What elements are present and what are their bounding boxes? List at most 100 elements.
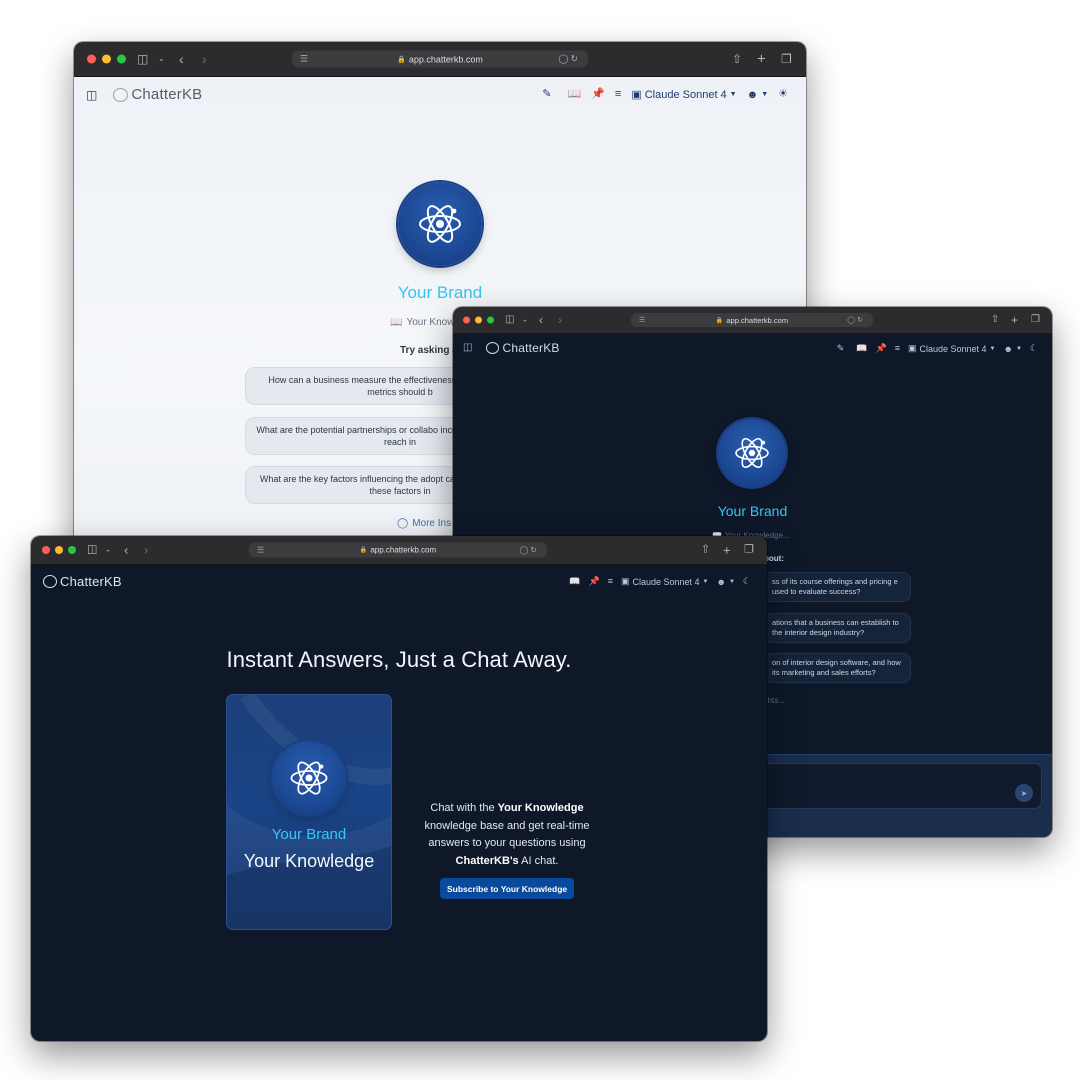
address-bar[interactable]: ☰ 🔒 app.chatterkb.com ◯↻ — [249, 542, 547, 558]
tabs-overview-icon[interactable]: ❐ — [781, 53, 792, 65]
reload-icon[interactable]: ◯↻ — [558, 54, 580, 65]
chat-bubble-icon — [43, 575, 57, 588]
address-bar[interactable]: ☰ 🔒 app.chatterkb.com ◯↻ — [292, 50, 588, 68]
reader-icon[interactable]: ☰ — [639, 316, 645, 324]
composite-stage: ◫ ⌄ ‹ › ☰ 🔒 app.chatterkb.com ◯↻ ⇧ + ❐ ◫… — [0, 0, 1080, 1080]
lightbulb-icon: ◯ — [397, 518, 409, 529]
close-button[interactable] — [463, 316, 470, 324]
chatterkb-logo[interactable]: ChatterKB — [43, 574, 122, 589]
subscribe-button[interactable]: Subscribe to Your Knowledge — [440, 878, 575, 899]
model-selector[interactable]: ▣ Claude Sonnet 4 ▼ — [631, 88, 737, 102]
minimize-button[interactable] — [55, 546, 63, 554]
user-menu[interactable]: ☻ ▼ — [747, 89, 769, 101]
back-icon[interactable]: ‹ — [539, 314, 543, 326]
card-knowledge-name: Your Knowledge — [243, 851, 375, 871]
sidebar-toggle-icon[interactable]: ◫ — [137, 53, 148, 65]
book-icon[interactable]: 📖 — [567, 89, 581, 100]
brand-atom-avatar — [398, 182, 482, 266]
model-selector[interactable]: ▣ Claude Sonnet 4 ▼ — [908, 343, 996, 354]
new-chat-icon[interactable]: ✎ — [542, 89, 551, 100]
brand-atom-avatar — [718, 419, 786, 487]
back-icon[interactable]: ‹ — [124, 544, 128, 557]
app-header-left: ChatterKB — [43, 574, 122, 589]
brand-title: Your Brand — [397, 283, 483, 302]
sun-icon[interactable]: ☀ — [778, 89, 788, 100]
brand-atom-avatar — [272, 741, 346, 815]
new-tab-icon[interactable]: + — [757, 52, 766, 67]
knowledge-base-label: 📖 Your Know — [390, 317, 455, 328]
window-controls — [42, 546, 76, 554]
pin-icon[interactable]: 📌 — [591, 89, 605, 100]
message-input[interactable]: ➤ — [763, 763, 1042, 809]
user-icon: ☻ — [746, 88, 759, 101]
sidebar-toggle-icon[interactable]: ◫ — [505, 315, 514, 325]
suggested-question[interactable]: on of interior design software, and how … — [763, 653, 911, 684]
atom-icon — [290, 761, 328, 795]
reader-icon[interactable]: ☰ — [257, 546, 264, 555]
moon-icon[interactable]: ☾ — [743, 577, 751, 586]
lock-icon: 🔒 — [359, 547, 368, 554]
knowledge-base-card[interactable]: Your Brand Your Knowledge — [226, 694, 392, 930]
suggested-question[interactable]: ss of its course offerings and pricing e… — [763, 572, 911, 603]
chat-bubble-icon — [486, 342, 500, 354]
minimize-button[interactable] — [102, 54, 111, 64]
reload-icon[interactable]: ◯↻ — [847, 316, 865, 324]
forward-icon[interactable]: › — [558, 314, 562, 326]
back-icon[interactable]: ‹ — [179, 52, 184, 66]
chatterkb-logo[interactable]: ChatterKB — [113, 86, 202, 103]
card-brand: Your Brand — [271, 826, 347, 843]
model-selector[interactable]: ▣ Claude Sonnet 4 ▼ — [621, 576, 709, 587]
atom-icon — [419, 205, 461, 243]
share-icon[interactable]: ⇧ — [701, 544, 710, 556]
book-icon[interactable]: 📖 — [569, 577, 580, 586]
zoom-button[interactable] — [117, 54, 126, 64]
browser-toolbar: ◫ ⌄ ‹ › ☰ 🔒 app.chatterkb.com ◯↻ ⇧ + ❐ — [74, 42, 806, 77]
more-insights-link[interactable]: ◯ More Ins — [397, 518, 451, 529]
send-icon[interactable]: ➤ — [1015, 784, 1033, 802]
chatterkb-logo[interactable]: ChatterKB — [486, 341, 559, 355]
reload-icon[interactable]: ◯↻ — [519, 546, 539, 555]
new-chat-icon[interactable]: ✎ — [837, 344, 845, 353]
reader-icon[interactable]: ☰ — [300, 54, 308, 65]
user-menu[interactable]: ☻ ▼ — [716, 577, 734, 587]
new-tab-icon[interactable]: + — [1011, 314, 1018, 326]
chip-icon: ▣ — [620, 576, 630, 586]
new-tab-icon[interactable]: + — [723, 544, 731, 557]
minimize-button[interactable] — [475, 316, 482, 324]
chat-bubble-icon — [113, 87, 129, 102]
browser-toolbar: ◫ ⌄ ‹ › ☰ 🔒 app.chatterkb.com ◯↻ ⇧ + ❐ — [31, 536, 767, 565]
app-header-right: ✎ 📖 📌 ≡ ▣ Claude Sonnet 4 ▼ ☻ ▼ ☀ — [542, 88, 788, 102]
tabs-overview-icon[interactable]: ❐ — [1031, 315, 1040, 325]
share-icon[interactable]: ⇧ — [991, 315, 999, 325]
list-icon[interactable]: ≡ — [608, 577, 613, 586]
url-text: app.chatterkb.com — [370, 545, 437, 555]
book-icon[interactable]: 📖 — [856, 344, 867, 353]
sidebar-panel-icon[interactable]: ◫ — [463, 343, 472, 353]
chevron-down-icon[interactable]: ⌄ — [105, 547, 111, 554]
close-button[interactable] — [42, 546, 50, 554]
chip-icon: ▣ — [907, 343, 917, 353]
zoom-button[interactable] — [68, 546, 76, 554]
list-icon[interactable]: ≡ — [895, 344, 900, 353]
lock-icon: 🔒 — [715, 317, 724, 324]
chevron-down-icon: ▼ — [761, 91, 769, 98]
zoom-button[interactable] — [487, 316, 494, 324]
pin-icon[interactable]: 📌 — [588, 577, 599, 586]
chevron-down-icon[interactable]: ⌄ — [158, 55, 165, 63]
suggested-question[interactable]: ations that a business can establish to … — [763, 613, 911, 644]
forward-icon[interactable]: › — [144, 544, 148, 557]
tabs-overview-icon[interactable]: ❐ — [744, 544, 754, 556]
chevron-down-icon[interactable]: ⌄ — [522, 317, 528, 324]
pin-icon[interactable]: 📌 — [875, 344, 886, 353]
forward-icon[interactable]: › — [202, 52, 207, 66]
sidebar-panel-icon[interactable]: ◫ — [86, 89, 97, 101]
sidebar-toggle-icon[interactable]: ◫ — [87, 544, 97, 556]
close-button[interactable] — [87, 54, 96, 64]
moon-icon[interactable]: ☾ — [1030, 344, 1038, 353]
share-icon[interactable]: ⇧ — [732, 53, 742, 65]
address-bar[interactable]: ☰ 🔒 app.chatterkb.com ◯↻ — [631, 313, 873, 327]
user-menu[interactable]: ☻ ▼ — [1003, 344, 1021, 354]
list-icon[interactable]: ≡ — [615, 89, 621, 100]
hero-headline: Instant Answers, Just a Chat Away. — [226, 647, 572, 672]
chevron-down-icon: ▼ — [729, 91, 737, 98]
